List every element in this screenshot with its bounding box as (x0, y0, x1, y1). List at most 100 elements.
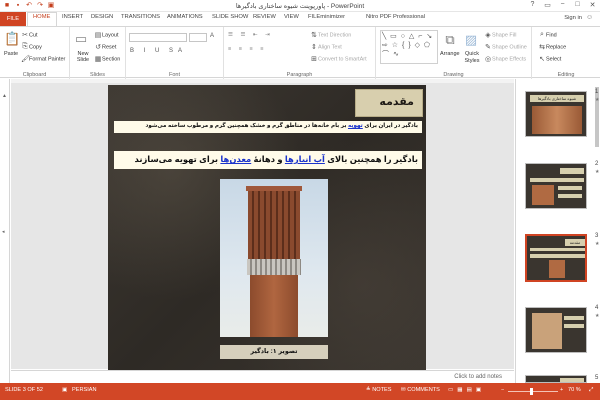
select-button[interactable]: ↖Select (538, 55, 561, 63)
font-name-dropdown[interactable] (129, 33, 187, 42)
find-button[interactable]: ⌕ Find (538, 31, 557, 39)
tab-insert[interactable]: INSERT (62, 14, 83, 20)
view-buttons[interactable]: ▭▦▤▣ (448, 387, 485, 393)
shapes-gallery[interactable]: ╲ ▭ ○ △ ⌐ ↘ ⇨ ☆ { } ◇ ⬠ ⌒ ∿ (380, 30, 438, 64)
copy-button[interactable]: ⎘Copy (21, 43, 42, 51)
shape-fill-button[interactable]: ◈Shape Fill (484, 31, 516, 39)
link-tahvieh[interactable]: تهویه (348, 123, 363, 129)
layout-button[interactable]: ▤Layout (94, 31, 119, 39)
slide-text-line-2[interactable]: بادگیر را همچنین بالای آب انبارها و دهان… (114, 151, 422, 169)
quick-styles-button[interactable]: Quick Styles (462, 51, 482, 65)
drawing-group: ╲ ▭ ○ △ ⌐ ↘ ⇨ ☆ { } ◇ ⬠ ⌒ ∿ ⧉ Arrange ▨ … (376, 27, 532, 79)
paste-icon: 📋 (4, 31, 21, 46)
account-avatar-icon[interactable]: ☺ (586, 14, 595, 23)
top-ruler (11, 79, 514, 83)
thumbnail-number: 1 (595, 89, 599, 95)
slides-group: ▭ New Slide ▤Layout ↺Reset ▦Section Slid… (70, 27, 126, 79)
ribbon-display-button[interactable]: ▭ (543, 1, 552, 9)
slide-title-box[interactable]: مقدمه (355, 89, 423, 117)
clipboard-group: 📋 Paste ✂Cut ⎘Copy 🖌Format Painter Clipb… (0, 27, 70, 79)
cut-button[interactable]: ✂Cut (21, 31, 38, 39)
tab-design[interactable]: DESIGN (91, 14, 113, 20)
expand-pane-icon[interactable]: ◂ (2, 229, 5, 235)
slide-counter: SLIDE 3 OF 52 (5, 387, 43, 393)
zoom-out-button[interactable]: − (501, 387, 504, 393)
thumbnail-slide-2[interactable] (525, 163, 587, 209)
shape-effects-button[interactable]: ◎Shape Effects (484, 55, 526, 63)
spellcheck-icon[interactable]: ▣ (62, 387, 67, 393)
fit-slide-icon[interactable]: ⤢ (589, 387, 593, 394)
notes-pane[interactable]: Click to add notes (11, 370, 514, 383)
section-icon: ▦ (94, 56, 102, 63)
tab-view[interactable]: VIEW (284, 14, 299, 20)
thumbnail-block (558, 194, 582, 198)
zoom-slider[interactable] (508, 391, 558, 392)
maximize-button[interactable]: □ (573, 1, 582, 9)
language-indicator[interactable]: PERSIAN (72, 387, 97, 393)
arrange-button[interactable]: Arrange (440, 51, 460, 57)
zoom-in-button[interactable]: + (560, 387, 563, 393)
tab-animations[interactable]: ANIMATIONS (167, 14, 203, 20)
grow-font-icon[interactable]: A (210, 33, 214, 39)
thumbnail-slide-3[interactable]: مقدمه (525, 234, 587, 282)
tab-home[interactable]: HOME (33, 14, 50, 20)
thumbnail-block (530, 254, 585, 258)
slides-group-label: Slides (90, 72, 105, 78)
thumbnail-slide-1[interactable]: شیوه ساختاری بادگیرها (525, 91, 587, 137)
section-button[interactable]: ▦Section (94, 55, 121, 63)
new-slide-button[interactable]: New Slide (72, 51, 94, 63)
slide-text-line-1[interactable]: بادگیر در ایران برای تهویه بر بام خانه‌ه… (114, 121, 422, 133)
current-slide[interactable]: مقدمه بادگیر در ایران برای تهویه بر بام … (108, 85, 426, 370)
scissors-icon: ✂ (22, 32, 28, 39)
thumbnail-block (530, 178, 584, 182)
replace-button[interactable]: ⇆Replace (538, 43, 566, 51)
tab-nitro-pdf[interactable]: Nitro PDF Professional (366, 14, 425, 20)
format-painter-button[interactable]: 🖌Format Painter (21, 55, 65, 63)
animation-star-icon: ★ (595, 241, 600, 247)
help-button[interactable]: ? (528, 1, 537, 9)
photo-caption[interactable]: تصویر ۱: بادگیر (220, 345, 328, 359)
notes-toggle[interactable]: ≜ NOTES (366, 387, 392, 393)
windcatcher-photo[interactable] (220, 179, 328, 337)
copy-icon: ⎘ (22, 43, 28, 50)
thumbnail-map (532, 313, 562, 349)
shape-outline-button[interactable]: ✎Shape Outline (484, 43, 527, 51)
minimize-button[interactable]: − (558, 1, 567, 9)
list-buttons[interactable]: ☰ ☰ ⇤ ⇥ (228, 32, 273, 38)
tab-slide-show[interactable]: SLIDE SHOW (212, 14, 248, 20)
reset-button[interactable]: ↺Reset (94, 43, 116, 51)
convert-smartart-button[interactable]: ⊞Convert to SmartArt (310, 55, 367, 63)
tab-fileminimizer[interactable]: FILEminimizer (308, 14, 345, 20)
thumbnail-slide-4[interactable] (525, 307, 587, 353)
font-size-dropdown[interactable] (189, 33, 207, 42)
tower-vents (248, 189, 300, 259)
scroll-up-icon[interactable]: ▲ (2, 93, 7, 99)
sign-in-link[interactable]: Sign in (564, 15, 582, 21)
tab-transitions[interactable]: TRANSITIONS (121, 14, 160, 20)
font-group: A B I U S A Font (126, 27, 224, 79)
thumbnails-scrollbar[interactable] (595, 87, 599, 147)
text-direction-button[interactable]: ⇅Text Direction (310, 31, 351, 39)
cursor-icon: ↖ (539, 56, 545, 63)
alignment-buttons[interactable]: ≡ ≡ ≡ ≡ (228, 46, 266, 52)
smartart-icon: ⊞ (311, 56, 317, 63)
align-text-button[interactable]: ⇕Align Text (310, 43, 342, 51)
font-color-icon[interactable]: A (178, 48, 182, 54)
thumbnail-slide-5[interactable] (525, 375, 587, 383)
notes-placeholder: Click to add notes (454, 374, 502, 380)
zoom-slider-thumb[interactable] (530, 388, 533, 395)
zoom-level[interactable]: 70 % (568, 387, 581, 393)
link-madan[interactable]: معدن‌ها (220, 154, 251, 164)
thumbnail-image (532, 185, 554, 205)
comments-toggle[interactable]: ✉ COMMENTS (401, 387, 440, 393)
tab-file[interactable]: FILE (0, 12, 26, 26)
editing-group: ⌕ Find ⇆Replace ↖Select Editing (532, 27, 600, 79)
effects-icon: ◎ (484, 56, 492, 63)
animation-star-icon: ★ (595, 97, 600, 103)
close-button[interactable]: ✕ (588, 1, 597, 9)
font-format-buttons[interactable]: B I U S (130, 48, 177, 54)
paste-button[interactable]: Paste (4, 51, 18, 57)
tab-review[interactable]: REVIEW (253, 14, 276, 20)
thumbnail-number: 3 (595, 233, 599, 239)
link-ab-anbar[interactable]: آب انبارها (285, 154, 325, 164)
